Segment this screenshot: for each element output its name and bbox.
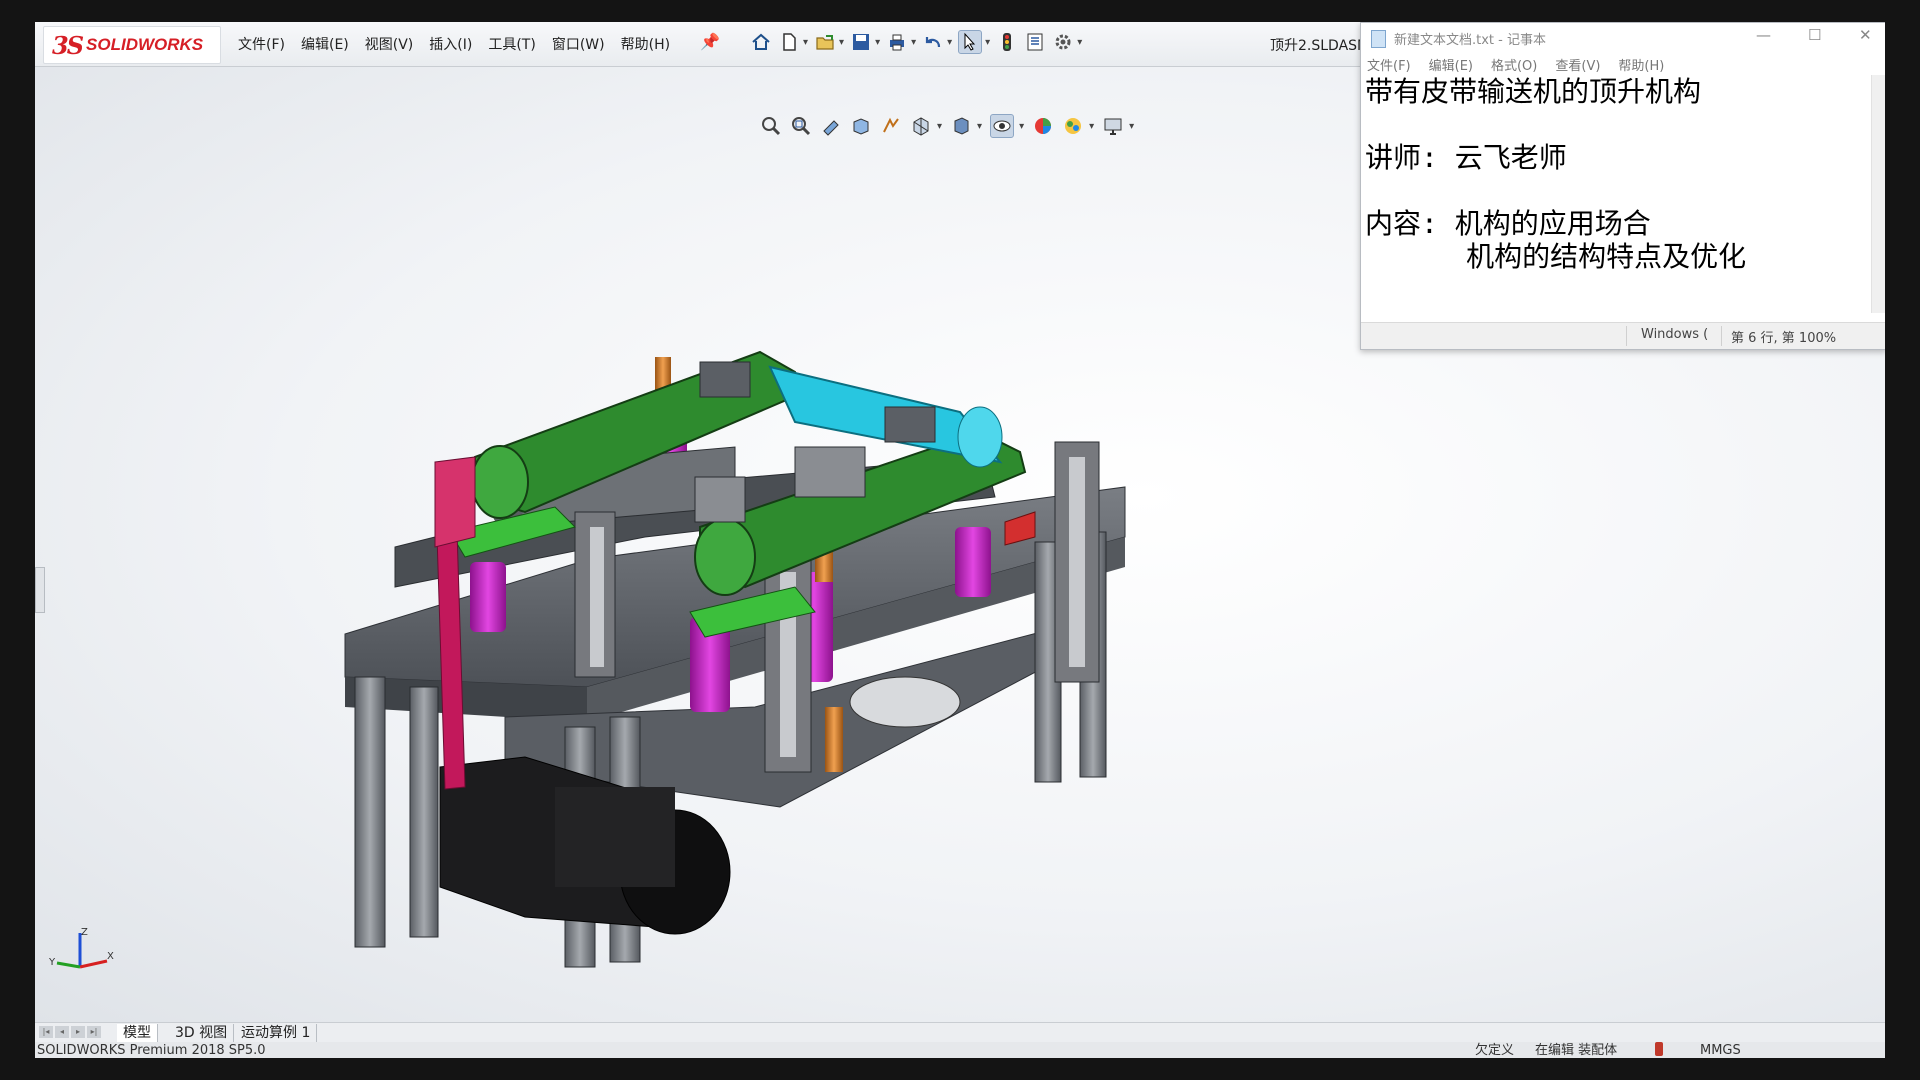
unit-system[interactable]: MMGS	[1700, 1042, 1741, 1058]
menu-window[interactable]: 窗口(W)	[552, 34, 605, 54]
chevron-down-icon[interactable]: ▾	[1077, 37, 1082, 48]
chevron-down-icon[interactable]: ▾	[911, 37, 916, 48]
notepad-menu-format[interactable]: 格式(O)	[1491, 55, 1537, 74]
print-icon[interactable]	[886, 31, 908, 53]
rebuild-indicator-icon[interactable]	[1655, 1042, 1663, 1056]
triad-z-label: Z	[81, 927, 88, 938]
text-line: 机构的结构特点及优化	[1365, 240, 1747, 273]
tab-3d-views[interactable]: 3D 视图	[169, 1024, 235, 1042]
first-tab-icon[interactable]: |◂	[39, 1026, 53, 1038]
notepad-title: 新建文本文档.txt - 记事本	[1394, 33, 1546, 48]
status-bar: SOLIDWORKS Premium 2018 SP5.0 欠定义 在编辑 装配…	[35, 1042, 1885, 1058]
text-line: 带有皮带输送机的顶升机构	[1365, 75, 1702, 108]
chevron-down-icon[interactable]: ▾	[803, 37, 808, 48]
options-gear-icon[interactable]	[1052, 31, 1074, 53]
chevron-down-icon[interactable]: ▾	[839, 37, 844, 48]
notepad-menu: 文件(F) 编辑(E) 格式(O) 查看(V) 帮助(H)	[1367, 55, 1664, 74]
menu-edit[interactable]: 编辑(E)	[301, 34, 349, 54]
logo-text: SOLIDWORKS	[86, 35, 204, 54]
text-line: 内容: 机构的应用场合	[1365, 207, 1651, 240]
menu-file[interactable]: 文件(F)	[238, 34, 285, 54]
menu-tools[interactable]: 工具(T)	[488, 34, 535, 54]
notepad-eol-type: Windows (	[1641, 327, 1709, 342]
status-divider	[1626, 326, 1627, 346]
menu-view[interactable]: 视图(V)	[365, 34, 414, 54]
editing-status: 在编辑 装配体	[1535, 1043, 1618, 1058]
home-icon[interactable]	[750, 31, 772, 53]
chevron-down-icon[interactable]: ▾	[985, 37, 990, 48]
product-version: SOLIDWORKS Premium 2018 SP5.0	[37, 1043, 266, 1058]
menu-help[interactable]: 帮助(H)	[621, 34, 670, 54]
menu-insert[interactable]: 插入(I)	[429, 34, 472, 54]
notepad-window[interactable]: 新建文本文档.txt - 记事本 — ☐ ✕ 文件(F) 编辑(E) 格式(O)…	[1360, 22, 1885, 350]
main-menu: 文件(F) 编辑(E) 视图(V) 插入(I) 工具(T) 窗口(W) 帮助(H…	[238, 34, 670, 54]
text-line: 讲师: 云飞老师	[1365, 141, 1567, 174]
undo-icon[interactable]	[922, 31, 944, 53]
chevron-down-icon[interactable]: ▾	[875, 37, 880, 48]
coordinate-triad: Z X Y	[48, 927, 114, 969]
notepad-menu-edit[interactable]: 编辑(E)	[1429, 55, 1473, 74]
notepad-title-bar[interactable]: 新建文本文档.txt - 记事本 — ☐ ✕	[1361, 23, 1885, 53]
ds-logo-icon: 3S	[52, 30, 84, 60]
status-divider	[1721, 326, 1722, 346]
notepad-scrollbar[interactable]	[1871, 75, 1885, 313]
triad-x-label: X	[107, 951, 114, 962]
select-icon[interactable]	[958, 30, 983, 54]
text-line	[1365, 108, 1865, 141]
traffic-light-icon[interactable]	[996, 31, 1018, 53]
definition-status: 欠定义	[1475, 1043, 1515, 1058]
tab-model[interactable]: 模型	[117, 1024, 158, 1042]
solidworks-window: 3S SOLIDWORKS 文件(F) 编辑(E) 视图(V) 插入(I) 工具…	[35, 22, 1885, 1058]
notepad-status-bar: Windows ( 第 6 行, 第 100%	[1361, 322, 1885, 349]
tab-scroll-buttons: |◂ ◂ ▸ ▸|	[39, 1026, 101, 1038]
text-line	[1365, 174, 1865, 207]
file-properties-icon[interactable]	[1024, 31, 1046, 53]
open-icon[interactable]	[814, 31, 836, 53]
chevron-down-icon[interactable]: ▾	[947, 37, 952, 48]
save-icon[interactable]	[850, 31, 872, 53]
prev-tab-icon[interactable]: ◂	[55, 1026, 69, 1038]
notepad-menu-file[interactable]: 文件(F)	[1367, 55, 1411, 74]
maximize-icon[interactable]: ☐	[1808, 26, 1821, 44]
bottom-tab-bar: |◂ ◂ ▸ ▸| 模型 3D 视图 运动算例 1	[35, 1022, 1885, 1043]
notepad-file-icon	[1371, 30, 1386, 48]
notepad-cursor-position: 第 6 行, 第 100%	[1731, 331, 1837, 346]
pin-icon[interactable]: 📌	[700, 32, 720, 51]
notepad-menu-help[interactable]: 帮助(H)	[1618, 55, 1664, 74]
notepad-text-area[interactable]: 带有皮带输送机的顶升机构 讲师: 云飞老师 内容: 机构的应用场合 机构的结构特…	[1365, 75, 1865, 307]
triad-y-label: Y	[48, 957, 56, 968]
last-tab-icon[interactable]: ▸|	[87, 1026, 101, 1038]
solidworks-logo[interactable]: 3S SOLIDWORKS	[43, 26, 221, 64]
close-icon[interactable]: ✕	[1859, 26, 1872, 44]
new-document-icon[interactable]	[778, 31, 800, 53]
notepad-menu-view[interactable]: 查看(V)	[1555, 55, 1600, 74]
next-tab-icon[interactable]: ▸	[71, 1026, 85, 1038]
tab-motion-study[interactable]: 运动算例 1	[235, 1024, 318, 1042]
standard-toolbar: ▾ ▾ ▾ ▾ ▾ ▾ ▾	[747, 30, 1085, 54]
document-title: 顶升2.SLDASM	[1270, 38, 1370, 54]
minimize-icon[interactable]: —	[1756, 26, 1771, 44]
